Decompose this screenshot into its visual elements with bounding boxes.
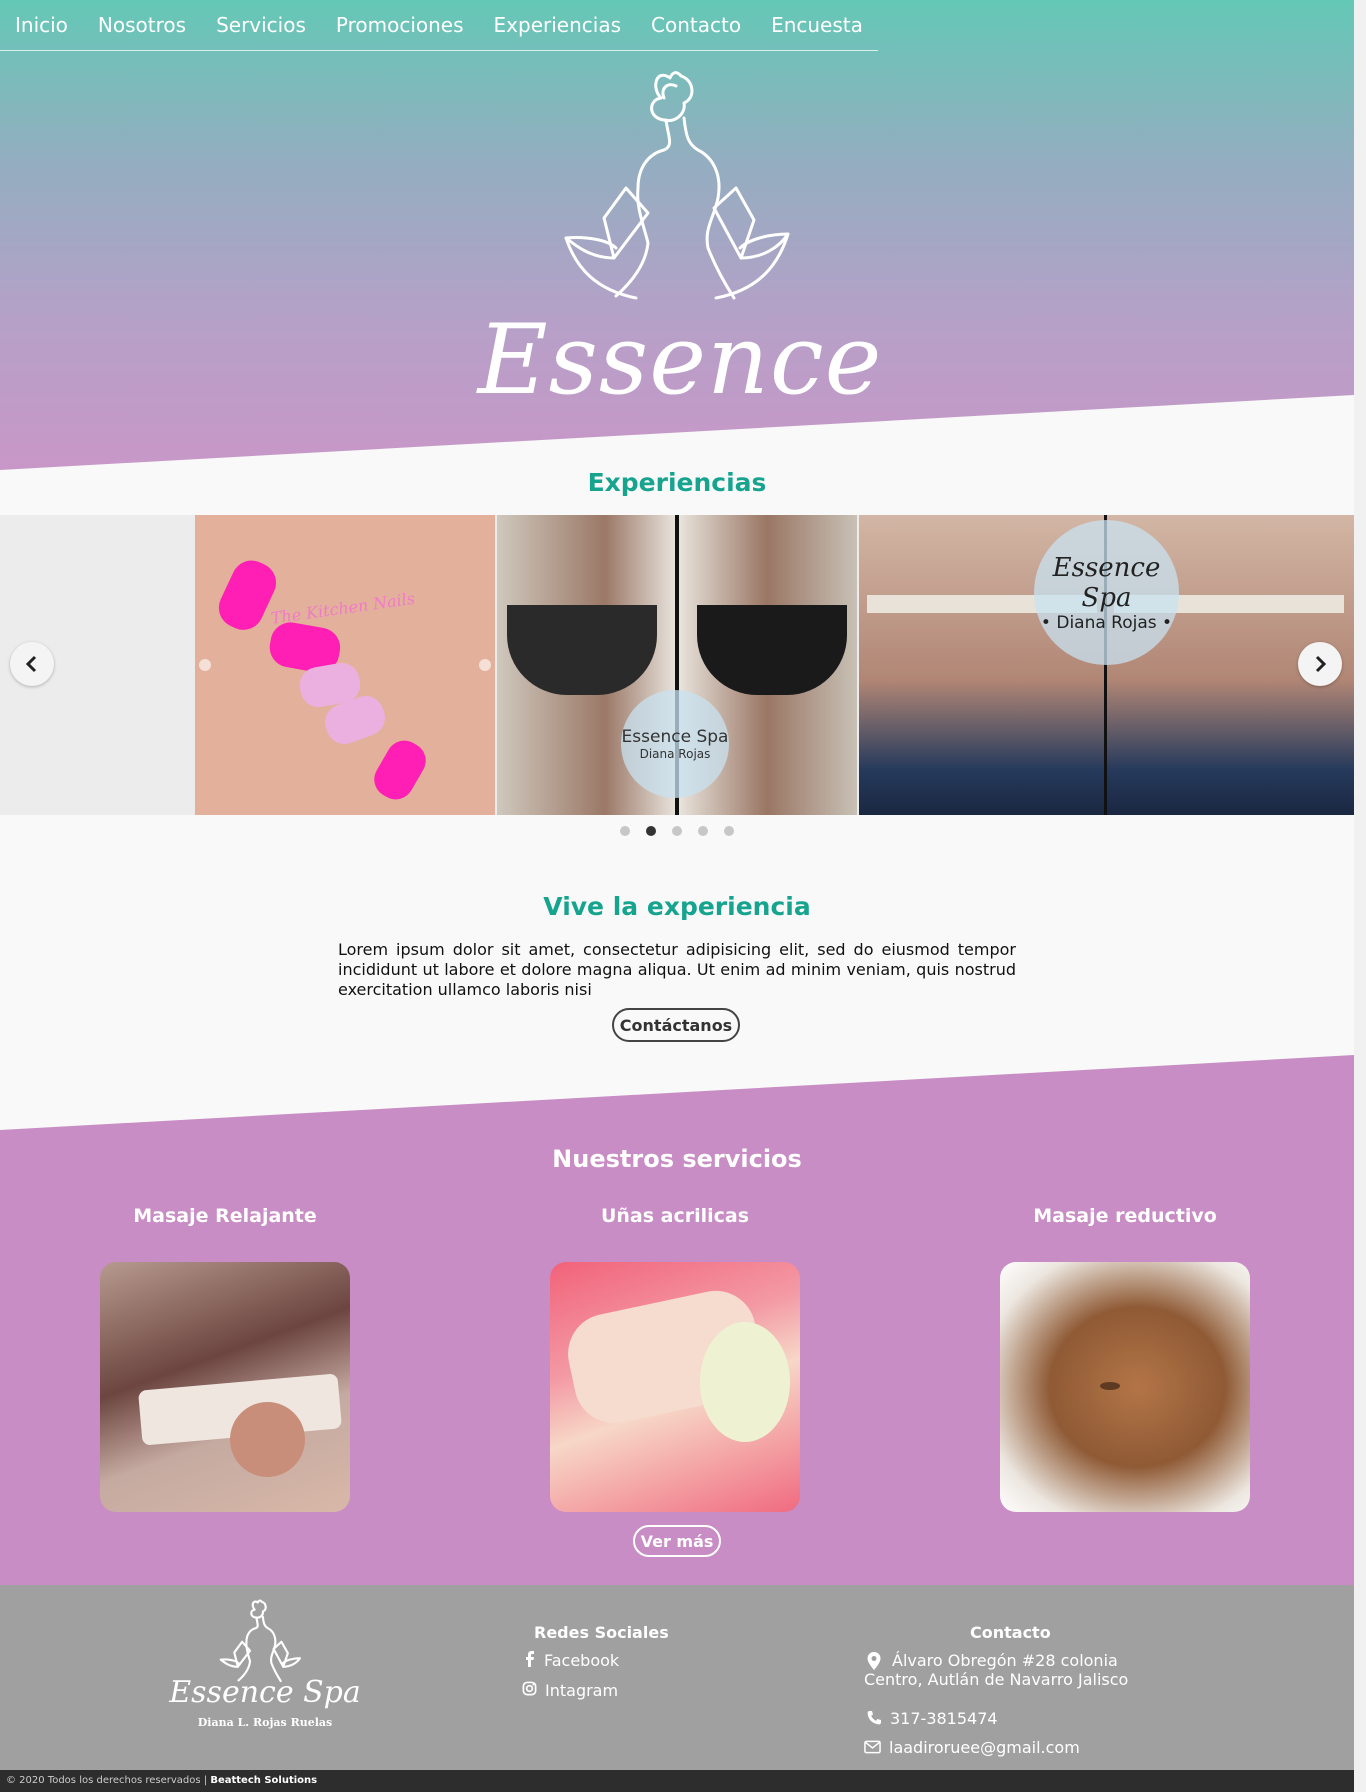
footer-logo-sub: Diana L. Rojas Ruelas xyxy=(197,1716,333,1729)
badge-2-sub: • Diana Rojas • xyxy=(1040,612,1173,633)
carousel-indicators xyxy=(0,826,1354,836)
page: Inicio Nosotros Servicios Promociones Ex… xyxy=(0,0,1354,1792)
service-name-reductivo: Masaje reductivo xyxy=(1033,1205,1217,1227)
garment-right xyxy=(697,605,847,695)
footer-social-title: Redes Sociales xyxy=(534,1623,669,1642)
see-more-button[interactable]: Ver más xyxy=(633,1525,721,1557)
nav-item-contacto[interactable]: Contacto xyxy=(651,13,741,37)
service-image-relajante[interactable] xyxy=(100,1262,350,1512)
badge-1-sub: Diana Rojas xyxy=(639,747,711,761)
phone-number[interactable]: 317-3815474 xyxy=(890,1709,998,1728)
address-line-2: Centro, Autlán de Navarro Jalisco xyxy=(864,1670,1129,1689)
phone-icon xyxy=(867,1711,881,1725)
nav-item-promociones[interactable]: Promociones xyxy=(336,13,464,37)
carousel-dot-5[interactable] xyxy=(724,826,734,836)
carousel-dot-4[interactable] xyxy=(698,826,708,836)
vive-text: Lorem ipsum dolor sit amet, consectetur … xyxy=(338,940,1016,999)
carousel-prev-button[interactable] xyxy=(10,642,54,686)
nav-item-inicio[interactable]: Inicio xyxy=(15,13,68,37)
essence-badge-1: Essence Spa Diana Rojas xyxy=(621,690,729,798)
rose-shape xyxy=(700,1322,790,1442)
service-name-unas: Uñas acrilicas xyxy=(600,1205,750,1227)
nails-photo-icon xyxy=(195,515,495,815)
carousel-next-button[interactable] xyxy=(1298,642,1342,686)
services-title: Nuestros servicios xyxy=(552,1145,802,1173)
footer-contact-title: Contacto xyxy=(970,1623,1051,1642)
nav-item-experiencias[interactable]: Experiencias xyxy=(494,13,621,37)
experiences-title: Experiencias xyxy=(587,468,767,497)
email-address[interactable]: laadiroruee@gmail.com xyxy=(889,1738,1080,1757)
service-name-relajante: Masaje Relajante xyxy=(133,1205,317,1227)
garment-left xyxy=(507,605,657,695)
service-image-reductivo[interactable] xyxy=(1000,1262,1250,1512)
navel-shape xyxy=(1100,1382,1120,1390)
carousel-dot-3[interactable] xyxy=(672,826,682,836)
address-line-1: Álvaro Obregón #28 colonia xyxy=(892,1651,1118,1670)
carousel-dot-1[interactable] xyxy=(620,826,630,836)
slide-body-before-after: Essence Spa Diana Rojas xyxy=(497,515,857,815)
copyright-bar: © 2020 Todos los derechos reservados | B… xyxy=(0,1770,1354,1792)
window-scrollbar[interactable] xyxy=(1354,0,1366,1792)
facebook-icon xyxy=(526,1651,534,1667)
chevron-right-icon xyxy=(1315,655,1327,673)
nav-item-encuesta[interactable]: Encuesta xyxy=(771,13,863,37)
footer-logo-text: Essence Spa xyxy=(169,1675,361,1710)
face-shape xyxy=(230,1402,305,1477)
contact-button[interactable]: Contáctanos xyxy=(612,1008,740,1042)
essence-badge-2: Essence Spa • Diana Rojas • xyxy=(1034,520,1179,665)
chevron-left-icon xyxy=(25,655,37,673)
logo-woman-lotus-icon xyxy=(564,71,790,300)
badge-1-name: Essence Spa xyxy=(621,727,729,747)
footer-logo-woman-lotus-icon xyxy=(219,1599,302,1683)
copyright-brand[interactable]: Beattech Solutions xyxy=(210,1775,317,1786)
footer: Essence Spa Diana L. Rojas Ruelas Redes … xyxy=(0,1585,1354,1770)
vive-title: Vive la experiencia xyxy=(543,892,811,921)
main-nav: Inicio Nosotros Servicios Promociones Ex… xyxy=(0,0,878,51)
experiences-carousel[interactable]: The Kitchen Nails Essence Spa Diana Roja… xyxy=(0,515,1354,815)
slide-nails: The Kitchen Nails xyxy=(195,515,495,815)
copyright-text: © 2020 Todos los derechos reservados | xyxy=(6,1775,211,1786)
envelope-icon xyxy=(864,1740,881,1754)
nav-item-nosotros[interactable]: Nosotros xyxy=(98,13,186,37)
footer-phone[interactable]: 317-3815474 xyxy=(866,1709,998,1728)
facebook-link[interactable]: Facebook xyxy=(524,1651,619,1670)
instagram-icon xyxy=(522,1681,537,1696)
instagram-link-label[interactable]: Intagram xyxy=(545,1681,618,1700)
carousel-dot-2[interactable] xyxy=(646,826,656,836)
map-pin-icon xyxy=(867,1652,881,1670)
slide-back-before-after: Essence Spa • Diana Rojas • xyxy=(859,515,1354,815)
footer-address: Álvaro Obregón #28 colonia Centro, Autlá… xyxy=(864,1651,1128,1689)
badge-2-name: Essence Spa xyxy=(1052,552,1161,613)
nav-item-servicios[interactable]: Servicios xyxy=(216,13,306,37)
hero-banner: Inicio Nosotros Servicios Promociones Ex… xyxy=(0,0,1354,470)
instagram-link[interactable]: Intagram xyxy=(522,1681,618,1700)
hero-logo-text: Essence Spa xyxy=(477,304,883,536)
facebook-link-label[interactable]: Facebook xyxy=(544,1651,619,1670)
footer-email[interactable]: laadiroruee@gmail.com xyxy=(864,1738,1080,1757)
service-image-unas[interactable] xyxy=(550,1262,800,1512)
